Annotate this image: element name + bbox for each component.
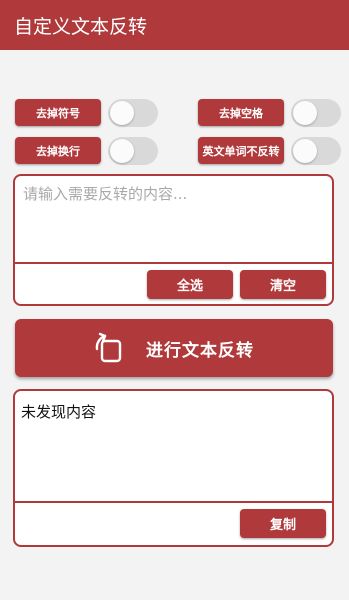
rotate-icon: [95, 332, 122, 363]
reverse-text-button[interactable]: 进行文本反转: [15, 319, 333, 377]
app-bar: 自定义文本反转: [0, 0, 349, 50]
english-words-toggle[interactable]: [291, 137, 341, 165]
copy-button[interactable]: 复制: [240, 509, 326, 538]
app-title: 自定义文本反转: [14, 15, 148, 38]
input-card: 请输入需要反转的内容... 全选 清空: [13, 174, 334, 306]
option-english-words-label: 英文单词不反转: [198, 137, 284, 164]
input-divider: [15, 262, 332, 264]
toggle-knob: [293, 101, 317, 125]
remove-punct-toggle[interactable]: [108, 99, 158, 127]
output-divider: [15, 501, 332, 503]
output-text: 未发现内容: [21, 403, 97, 421]
option-remove-punct-label: 去掉符号: [15, 99, 101, 126]
remove-space-toggle[interactable]: [291, 99, 341, 127]
reverse-text-label: 进行文本反转: [146, 341, 254, 361]
output-text-area[interactable]: 未发现内容: [15, 391, 332, 501]
clear-button[interactable]: 清空: [240, 270, 326, 299]
select-all-button[interactable]: 全选: [147, 270, 233, 299]
toggle-knob: [110, 139, 134, 163]
toggle-knob: [110, 101, 134, 125]
option-remove-space-label: 去掉空格: [198, 99, 284, 126]
input-placeholder: 请输入需要反转的内容...: [23, 185, 188, 203]
remove-newline-toggle[interactable]: [108, 137, 158, 165]
toggle-knob: [293, 139, 317, 163]
option-remove-newline-label: 去掉换行: [15, 137, 101, 164]
output-card: 未发现内容 复制: [13, 389, 334, 547]
text-input[interactable]: 请输入需要反转的内容...: [15, 176, 332, 262]
